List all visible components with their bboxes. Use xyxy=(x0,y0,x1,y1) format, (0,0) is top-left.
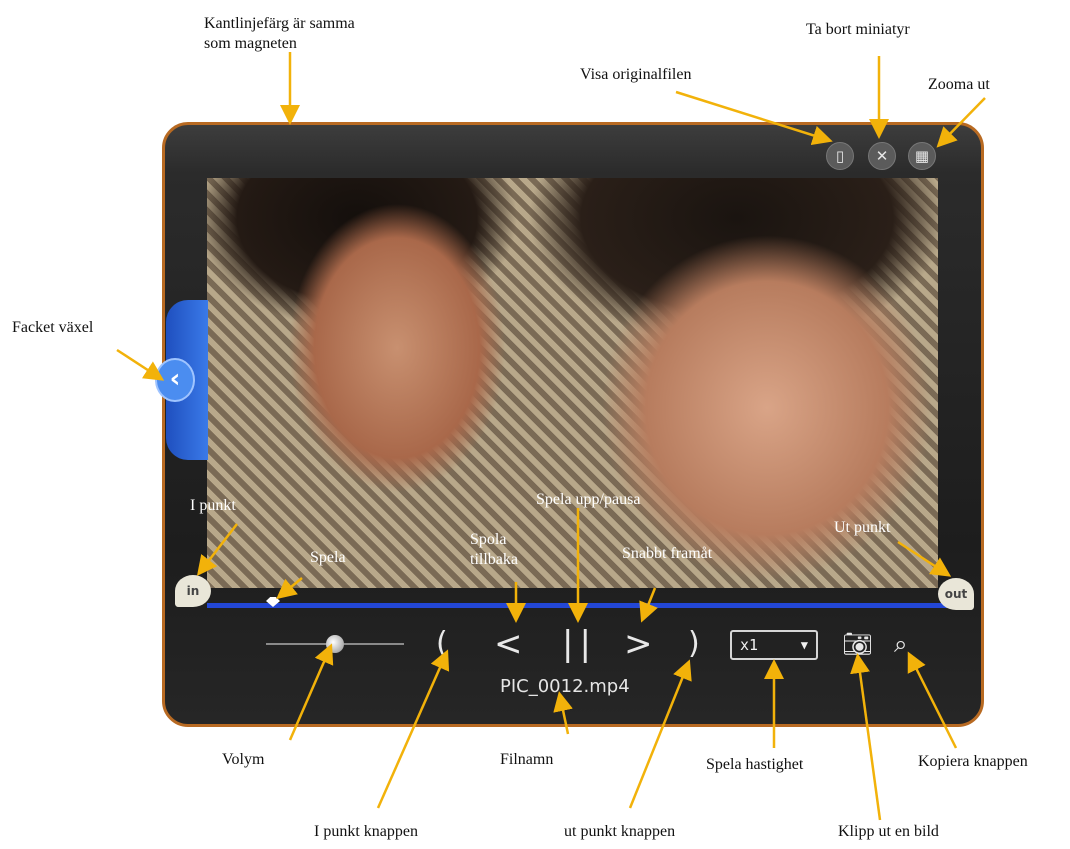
annotation-in-point: I punkt xyxy=(190,497,236,514)
annotation-filename: Filnamn xyxy=(500,751,554,768)
annotation-fast-forward: Snabbt framåt xyxy=(622,545,713,562)
annotation-view-original: Visa originalfilen xyxy=(580,66,692,83)
annotation-border-color: Kantlinjefärg är samma som magneten xyxy=(204,15,355,52)
annotation-snapshot: Klipp ut en bild xyxy=(838,823,939,840)
annotation-play-speed: Spela hastighet xyxy=(706,756,804,773)
annotation-copy-button: Kopiera knappen xyxy=(918,753,1028,770)
annotation-out-point-button: ut punkt knappen xyxy=(564,823,676,840)
annotation-remove-thumbnail: Ta bort miniatyr xyxy=(806,21,910,38)
annotation-play: Spela xyxy=(310,549,346,566)
annotation-drawer-toggle: Facket växel xyxy=(12,319,94,336)
annotation-play-pause: Spela upp/pausa xyxy=(536,491,641,508)
annotation-in-point-button: I punkt knappen xyxy=(314,823,418,840)
annotation-rewind: Spola tillbaka xyxy=(470,531,518,568)
annotation-out-point: Ut punkt xyxy=(834,519,891,536)
annotation-arrows xyxy=(116,52,986,821)
annotation-zoom-out: Zooma ut xyxy=(928,76,990,93)
annotation-volume: Volym xyxy=(222,751,265,768)
